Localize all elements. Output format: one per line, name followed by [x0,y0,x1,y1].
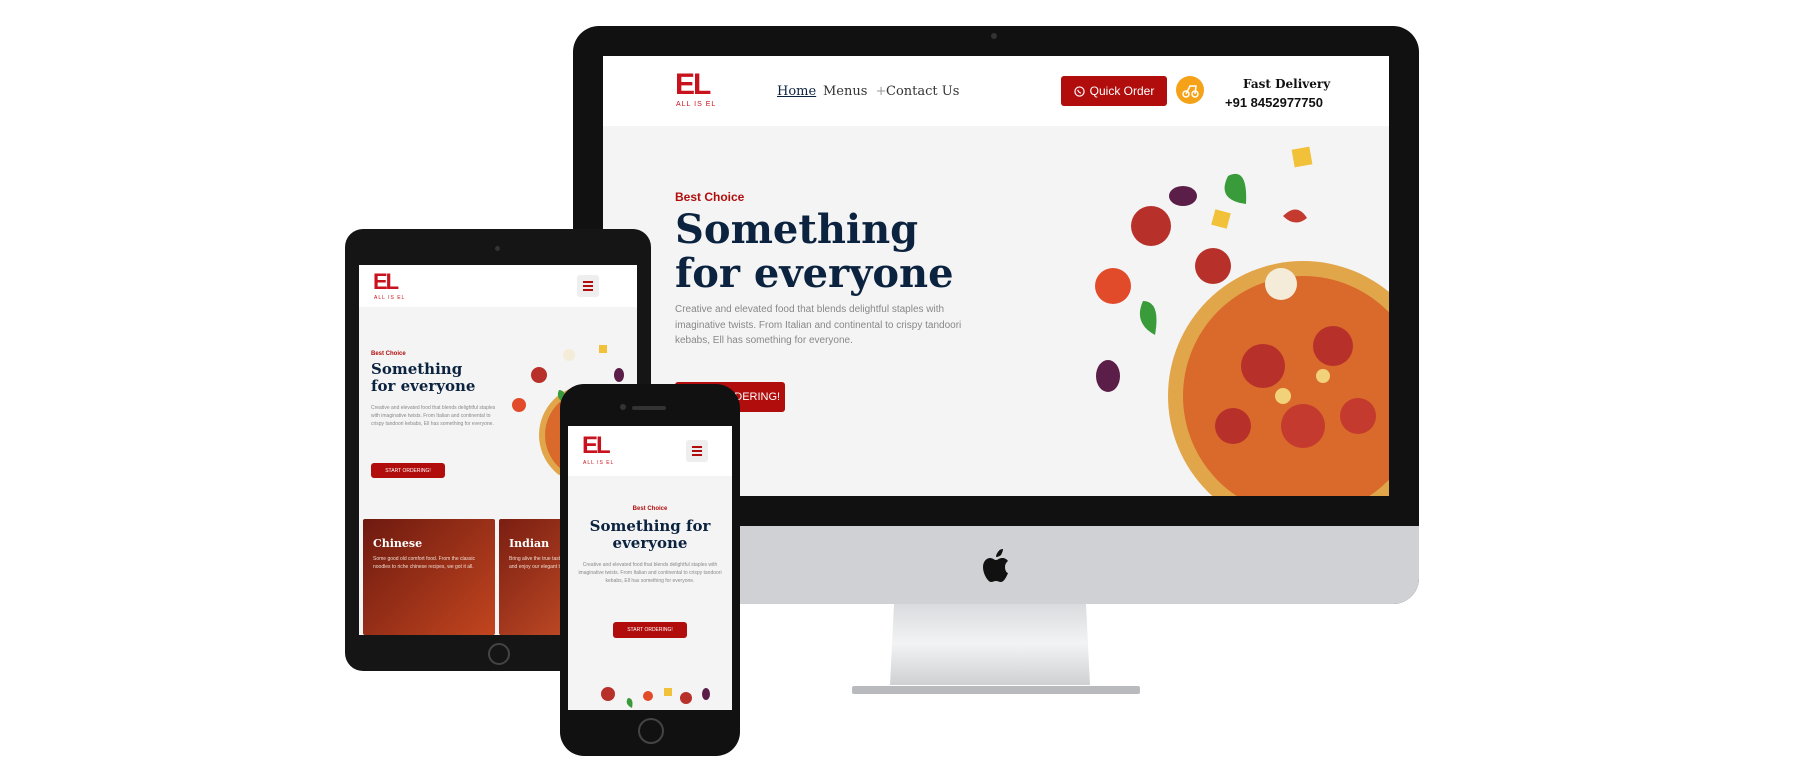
phone-hero-title: Something for everyone [589,517,711,552]
monitor-stand [890,604,1090,685]
tablet-card-title: Indian [509,537,550,550]
tablet-hero-description: Creative and elevated food that blends d… [371,405,496,427]
desktop-logo[interactable]: EL [675,70,711,100]
tablet-logo-tagline: ALL IS EL [374,295,406,301]
tablet-start-ordering-button[interactable]: START ORDERING! [371,463,445,478]
tablet-category-card-chinese[interactable]: Chinese Some good old comfort food. From… [363,519,495,635]
phone-camera [620,404,626,410]
hero-title: Something for everyone [675,206,954,297]
hero-eyebrow: Best Choice [675,190,745,204]
delivery-label: Fast Delivery [1243,77,1331,91]
tablet-hero-eyebrow: Best Choice [371,351,406,357]
pizza-hero-image [1095,146,1389,496]
phone-hero-description: Creative and elevated food that blends d… [578,562,722,584]
phone-navbar: EL ALL IS EL [568,426,732,476]
desktop-logo-tagline: ALL IS EL [676,101,717,108]
menus-expand-icon: + [875,84,887,99]
monitor-camera [991,33,997,39]
phone-logo-tagline: ALL IS EL [583,460,615,466]
desktop-navbar: EL ALL IS EL Home Menus + Contact Us Qui… [603,56,1389,126]
tablet-card-text: Some good old comfort food. From the cla… [373,556,475,570]
phone-speaker [632,406,666,410]
nav-home-link[interactable]: Home [777,84,816,99]
phone-device: EL ALL IS EL Best Choice Something for e… [560,384,740,756]
whatsapp-icon [1073,85,1085,97]
phone-logo[interactable]: EL [582,434,611,458]
nav-contact-link[interactable]: Contact Us [886,84,959,99]
phone-hero-eyebrow: Best Choice [632,506,668,512]
delivery-scooter-icon [1176,76,1204,104]
tablet-camera [495,246,500,251]
delivery-phone[interactable]: +91 8452977750 [1225,95,1323,110]
hero-description: Creative and elevated food that blends d… [675,304,962,346]
tablet-hero-title: Something for everyone [371,360,476,395]
tablet-card-title: Chinese [373,537,423,550]
tablet-logo[interactable]: EL [373,271,399,293]
nav-menus-link[interactable]: Menus + [823,84,886,99]
tablet-navbar: EL ALL IS EL [359,265,637,307]
phone-start-ordering-button[interactable]: START ORDERING! [613,622,687,638]
phone-screen: EL ALL IS EL Best Choice Something for e… [568,426,732,710]
phone-home-button[interactable] [638,718,664,744]
tablet-home-button[interactable] [488,643,510,665]
monitor-stand-base [852,686,1140,694]
quick-order-label: Quick Order [1089,84,1155,98]
phone-menu-icon[interactable] [686,440,708,462]
phone-pizza-image [601,687,710,708]
apple-logo-icon [983,549,1008,582]
tablet-menu-icon[interactable] [577,275,599,297]
nav-menus-label: Menus [823,84,868,99]
quick-order-button[interactable]: Quick Order [1061,76,1167,106]
